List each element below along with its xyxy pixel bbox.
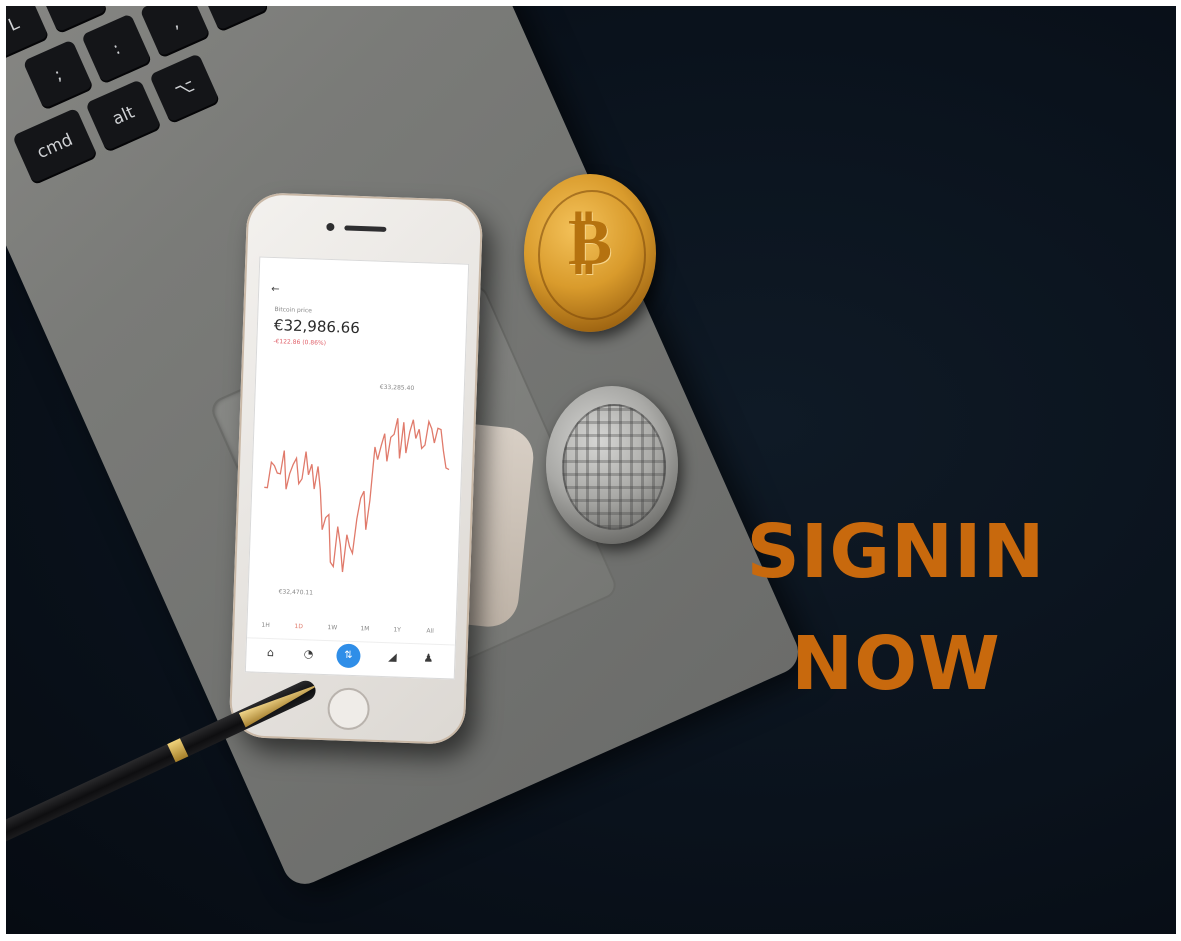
smartphone: ← Bitcoin price €32,986.66 -€122.86 (0.8… [228,192,484,745]
trade-button[interactable]: ⇅ [336,643,361,669]
key: cmd [12,107,98,186]
coin-circuit-pattern [562,404,666,530]
key: ◀ [197,6,270,33]
bitcoin-coin: ₿ [524,174,656,332]
headline-line-1: SIGNIN [746,509,1046,595]
pen-band [167,738,189,763]
key: , [139,6,211,59]
bitcoin-symbol-icon: ₿ [567,202,613,280]
bitcoin-price: €32,986.66 [273,316,361,338]
range-option[interactable]: All [426,628,434,635]
price-label: Bitcoin price [274,306,313,315]
range-option[interactable]: 1M [360,625,369,632]
key: ⌥ [149,53,221,125]
home-icon[interactable]: ⌂ [264,646,276,659]
bottom-nav: ⌂ ◔ ⇅ ◢ ♟ [245,637,455,680]
phone-screen: ← Bitcoin price €32,986.66 -€122.86 (0.8… [244,256,470,680]
back-arrow-icon: ← [271,283,280,296]
silver-coin [546,386,678,544]
range-option[interactable]: 1Y [393,626,401,633]
range-option[interactable]: 1H [261,622,270,629]
front-camera [326,222,335,232]
signin-headline[interactable]: SIGNIN NOW [706,496,1086,720]
price-chart [264,418,450,573]
earpiece [344,225,387,232]
key: alt [85,79,162,153]
portfolio-icon[interactable]: ◔ [302,647,314,660]
range-option[interactable]: 1W [327,624,337,631]
home-button [326,687,371,731]
price-line [264,418,450,573]
account-icon[interactable]: ♟ [422,651,434,664]
chart-low-label: €32,470.11 [278,588,314,597]
headline-line-2: NOW [791,621,1001,707]
key: : [81,13,153,85]
range-selector: 1H 1D 1W 1M 1Y All [260,258,468,635]
key: ; [22,39,94,111]
prices-icon[interactable]: ◢ [386,650,398,663]
photo-background: ? ' * P ^ + Ç L Ñ ¨ - ; : , ◀ cmd alt ⌥ … [6,6,1176,934]
range-option[interactable]: 1D [294,623,303,630]
price-change: -€122.86 (0.86%) [273,338,327,347]
